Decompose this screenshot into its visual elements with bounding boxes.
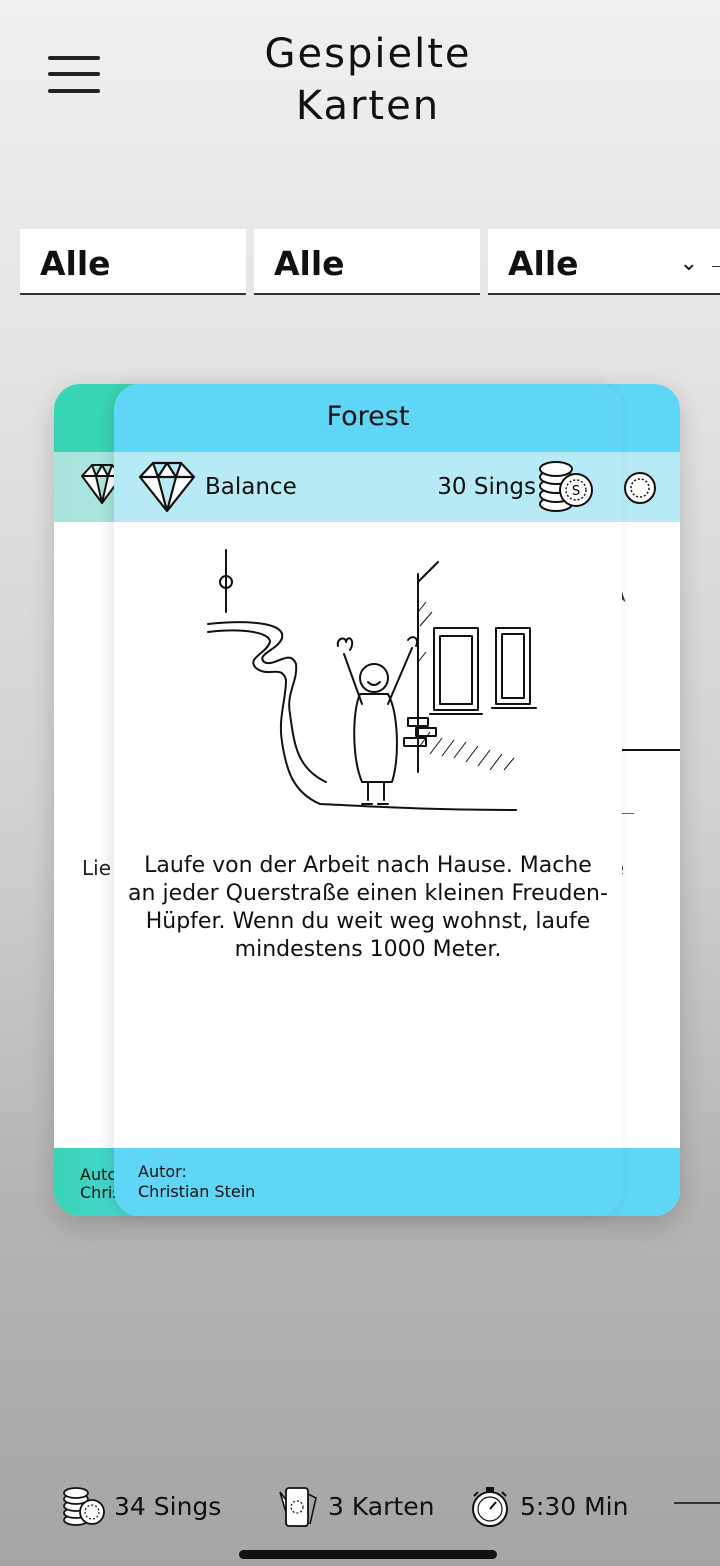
filter-select-1[interactable]: Alle [20, 229, 246, 295]
card-title: Forest [114, 384, 622, 452]
challenge-card[interactable]: Forest Balance 30 Sings S Laufe von der … [114, 384, 622, 1216]
card-sings: 30 Sings [437, 474, 536, 500]
stat-cards-value: 3 Karten [328, 1492, 435, 1521]
stat-sings-value: 34 Sings [114, 1492, 222, 1521]
coins-icon: S [539, 461, 593, 512]
card-info-bar: Balance 30 Sings S [114, 452, 622, 522]
card-icon [279, 1487, 317, 1527]
stat-time-value: 5:30 Min [520, 1492, 629, 1521]
divider [674, 1502, 720, 1504]
stat-cards: 3 Karten [276, 1484, 434, 1528]
coins-icon [624, 472, 656, 504]
home-indicator[interactable] [239, 1550, 497, 1559]
card-footer: Autor: Christian Stein [114, 1148, 622, 1216]
filter-2-value: Alle [274, 244, 345, 283]
back-card-text-left: Lie [82, 856, 112, 880]
card-category: Balance [205, 474, 297, 500]
page-title-line2: Karten [295, 83, 441, 129]
stat-time: 5:30 Min [468, 1484, 628, 1528]
stopwatch-icon [472, 1487, 508, 1527]
chevron-down-icon: ⌄ [679, 251, 698, 276]
page-title-line1: Gespielte [264, 31, 472, 77]
card-illustration [207, 549, 537, 811]
diamond-icon [138, 461, 196, 513]
menu-icon[interactable] [48, 56, 102, 96]
author-name: Christian Stein [138, 1182, 256, 1201]
page-title: Gespielte Karten [200, 28, 536, 132]
card-description: Laufe von der Arbeit nach Hause. Mache a… [128, 853, 608, 962]
filter-3-value: Alle [508, 244, 579, 283]
svg-text:S: S [572, 484, 580, 499]
author-label: Autor: [138, 1162, 187, 1181]
coins-icon [63, 1487, 105, 1526]
divider [712, 266, 720, 267]
filter-select-3[interactable]: Alle ⌄ [488, 229, 720, 295]
stat-sings: 34 Sings [62, 1484, 221, 1528]
filter-1-value: Alle [40, 244, 111, 283]
filter-select-2[interactable]: Alle [254, 229, 480, 295]
